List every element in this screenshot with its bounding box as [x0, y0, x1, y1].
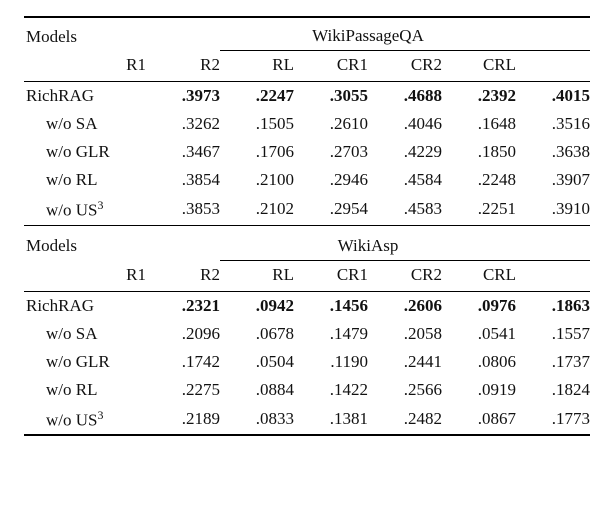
cell-value: .1557 [516, 320, 590, 348]
cell-value: .2096 [146, 320, 220, 348]
column-header-crl: CRL [442, 51, 516, 82]
cell-value: .1824 [516, 376, 590, 404]
cell-value: .3910 [516, 194, 590, 225]
column-header-r1: R1 [24, 51, 146, 82]
cell-value: .1850 [442, 138, 516, 166]
cell-value: .1863 [516, 292, 590, 320]
column-header-r1: R1 [24, 261, 146, 292]
cell-value: .3638 [516, 138, 590, 166]
column-header-crl: CRL [442, 261, 516, 292]
cell-value: .3055 [294, 82, 368, 110]
cell-value: .4583 [368, 194, 442, 225]
table-row: w/o RL.3854.2100.2946.4584.2248.3907 [24, 166, 590, 194]
table-row: w/o US3.3853.2102.2954.4583.2251.3910 [24, 194, 590, 225]
cell-value: .1190 [294, 348, 368, 376]
cell-value: .2100 [220, 166, 294, 194]
model-name: w/o GLR [24, 138, 146, 166]
cell-value: .2251 [442, 194, 516, 225]
model-name: w/o SA [24, 320, 146, 348]
cell-value: .4046 [368, 110, 442, 138]
cell-value: .3853 [146, 194, 220, 225]
cell-value: .1648 [442, 110, 516, 138]
cell-value: .1505 [220, 110, 294, 138]
model-name: RichRAG [24, 82, 146, 110]
model-name: w/o US3 [24, 404, 146, 435]
table-row: RichRAG.2321.0942.1456.2606.0976.1863 [24, 292, 590, 320]
table-row: w/o SA.2096.0678.1479.2058.0541.1557 [24, 320, 590, 348]
table-row: w/o US3.2189.0833.1381.2482.0867.1773 [24, 404, 590, 435]
cell-value: .0504 [220, 348, 294, 376]
model-name: w/o RL [24, 166, 146, 194]
cell-value: .3262 [146, 110, 220, 138]
cell-value: .0884 [220, 376, 294, 404]
cell-value: .1381 [294, 404, 368, 435]
cell-value: .1456 [294, 292, 368, 320]
column-header-cr2: CR2 [368, 261, 442, 292]
cell-value: .0867 [442, 404, 516, 435]
cell-value: .2102 [220, 194, 294, 225]
column-header-r2: R2 [146, 261, 220, 292]
column-header-models: Models [24, 225, 146, 261]
column-header-models: Models [24, 17, 146, 51]
model-name: RichRAG [24, 292, 146, 320]
cell-value: .1737 [516, 348, 590, 376]
cell-value: .2392 [442, 82, 516, 110]
cell-value: .2247 [220, 82, 294, 110]
cell-value: .4688 [368, 82, 442, 110]
cell-value: .3973 [146, 82, 220, 110]
cell-value: .2189 [146, 404, 220, 435]
cell-value: .1742 [146, 348, 220, 376]
cell-value: .1479 [294, 320, 368, 348]
cell-value: .3467 [146, 138, 220, 166]
cell-value: .3516 [516, 110, 590, 138]
cell-value: .2954 [294, 194, 368, 225]
cell-value: .0833 [220, 404, 294, 435]
cell-value: .2058 [368, 320, 442, 348]
table-row: w/o SA.3262.1505.2610.4046.1648.3516 [24, 110, 590, 138]
cell-value: .3854 [146, 166, 220, 194]
cell-value: .4229 [368, 138, 442, 166]
cell-value: .2275 [146, 376, 220, 404]
column-header-rl: RL [220, 261, 294, 292]
cell-value: .2321 [146, 292, 220, 320]
dataset-title: WikiAsp [146, 225, 590, 260]
cell-value: .2606 [368, 292, 442, 320]
model-name: w/o RL [24, 376, 146, 404]
cell-value: .2248 [442, 166, 516, 194]
cell-value: .4584 [368, 166, 442, 194]
cell-value: .2566 [368, 376, 442, 404]
column-header-r2: R2 [146, 51, 220, 82]
cell-value: .2610 [294, 110, 368, 138]
table-row: w/o GLR.1742.0504.1190.2441.0806.1737 [24, 348, 590, 376]
column-header-cr1: CR1 [294, 51, 368, 82]
table-row: RichRAG.3973.2247.3055.4688.2392.4015 [24, 82, 590, 110]
ablation-table: ModelsWikiPassageQAR1R2RLCR1CR2CRLRichRA… [24, 16, 590, 436]
cell-value: .2703 [294, 138, 368, 166]
model-name: w/o US3 [24, 194, 146, 225]
cell-value: .1706 [220, 138, 294, 166]
column-header-cr1: CR1 [294, 261, 368, 292]
cell-value: .0942 [220, 292, 294, 320]
cell-value: .0976 [442, 292, 516, 320]
table-row: w/o RL.2275.0884.1422.2566.0919.1824 [24, 376, 590, 404]
cell-value: .2946 [294, 166, 368, 194]
column-header-rl: RL [220, 51, 294, 82]
model-name: w/o SA [24, 110, 146, 138]
table-row: w/o GLR.3467.1706.2703.4229.1850.3638 [24, 138, 590, 166]
cell-value: .1773 [516, 404, 590, 435]
model-name: w/o GLR [24, 348, 146, 376]
dataset-title: WikiPassageQA [146, 17, 590, 51]
cell-value: .2482 [368, 404, 442, 435]
cell-value: .1422 [294, 376, 368, 404]
cell-value: .4015 [516, 82, 590, 110]
cell-value: .3907 [516, 166, 590, 194]
cell-value: .0541 [442, 320, 516, 348]
cell-value: .2441 [368, 348, 442, 376]
cell-value: .0678 [220, 320, 294, 348]
cell-value: .0806 [442, 348, 516, 376]
cell-value: .0919 [442, 376, 516, 404]
column-header-cr2: CR2 [368, 51, 442, 82]
